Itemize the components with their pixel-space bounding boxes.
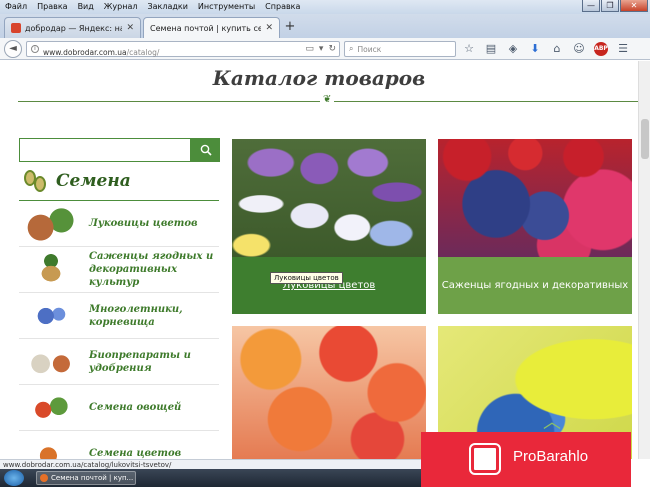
category-list: Луковицы цветов Саженцы ягодных и декора… bbox=[19, 201, 219, 459]
reader-view-icon[interactable]: ▭ bbox=[305, 44, 314, 54]
hamburger-menu-icon[interactable]: ☰ bbox=[616, 41, 630, 57]
site-info-icon[interactable]: i bbox=[31, 45, 39, 53]
ad-text: ProBarahlo bbox=[513, 448, 589, 465]
page-scrollbar[interactable] bbox=[638, 61, 650, 459]
home-icon[interactable]: ⌂ bbox=[550, 41, 564, 57]
back-button[interactable]: ◄ bbox=[4, 40, 22, 58]
address-bar-actions: ▭ ▾ ↻ bbox=[305, 44, 336, 54]
menu-bookmarks[interactable]: Закладки bbox=[142, 0, 192, 14]
url-text: www.dobrodar.com.ua/catalog/ bbox=[43, 47, 160, 57]
section-title: Семена bbox=[56, 171, 131, 191]
category-vegetable-seeds[interactable]: Семена овощей bbox=[19, 385, 219, 431]
close-window-button[interactable]: ✕ bbox=[620, 0, 648, 12]
catalog-search-button[interactable] bbox=[191, 138, 220, 162]
menu-tools[interactable]: Инструменты bbox=[193, 0, 260, 14]
taskbar: Семена почтой | куп... bbox=[0, 469, 421, 487]
search-placeholder: Поиск bbox=[357, 44, 382, 54]
pocket-icon[interactable]: ◈ bbox=[506, 41, 520, 57]
category-label: Луковицы цветов bbox=[89, 218, 198, 229]
category-thumbnail bbox=[25, 251, 77, 288]
web-page: Каталог товаров ❦ Семена Луковицы цветов bbox=[0, 61, 638, 459]
category-thumbnail bbox=[25, 205, 77, 242]
berries-photo bbox=[438, 139, 632, 257]
download-icon[interactable]: ⬇ bbox=[528, 41, 542, 57]
category-perennials[interactable]: Многолетники, корневища bbox=[19, 293, 219, 339]
close-tab-icon[interactable]: ✕ bbox=[265, 23, 273, 33]
dahlia-photo bbox=[232, 326, 426, 459]
section-header: Семена bbox=[22, 168, 131, 194]
tile-flowers[interactable] bbox=[232, 326, 426, 459]
probarahlo-logo-icon bbox=[469, 443, 501, 475]
start-button[interactable] bbox=[4, 470, 24, 486]
minimize-button[interactable]: — bbox=[582, 0, 600, 12]
scroll-thumb[interactable] bbox=[641, 119, 649, 159]
category-saplings[interactable]: Саженцы ягодных и декоративных культур bbox=[19, 247, 219, 293]
crocus-photo bbox=[232, 139, 426, 257]
tab-title: Семена почтой | купить семена ... bbox=[150, 23, 262, 33]
seeds-icon bbox=[22, 168, 48, 194]
category-thumbnail bbox=[25, 435, 77, 459]
category-thumbnail bbox=[25, 389, 77, 426]
tab-title: добродар — Яндекс: нашла... bbox=[25, 23, 123, 33]
menu-help[interactable]: Справка bbox=[260, 0, 305, 14]
adblock-icon[interactable]: ABP bbox=[594, 42, 608, 56]
toolbar-icons: ☆ ▤ ◈ ⬇ ⌂ ☺ ABP ☰ bbox=[462, 41, 630, 57]
leaf-ornament-icon: ❦ bbox=[320, 94, 335, 105]
taskbar-item-firefox[interactable]: Семена почтой | куп... bbox=[36, 471, 136, 485]
search-icon: ⌕ bbox=[349, 44, 354, 53]
navigation-bar: ◄ i www.dobrodar.com.ua/catalog/ ▭ ▾ ↻ ⌕… bbox=[0, 38, 650, 60]
close-tab-icon[interactable]: ✕ bbox=[126, 23, 134, 33]
page-title: Каталог товаров bbox=[212, 66, 426, 90]
magnifier-icon bbox=[200, 144, 212, 156]
tooltip: Луковицы цветов bbox=[270, 272, 343, 284]
tab-yandex[interactable]: добродар — Яндекс: нашла... ✕ bbox=[4, 17, 141, 38]
browser-window: Файл Правка Вид Журнал Закладки Инструме… bbox=[0, 0, 650, 487]
category-label: Семена цветов bbox=[89, 448, 182, 459]
window-controls: — ❐ ✕ bbox=[582, 0, 648, 12]
menu-history[interactable]: Журнал bbox=[99, 0, 143, 14]
address-bar[interactable]: i www.dobrodar.com.ua/catalog/ ▭ ▾ ↻ bbox=[26, 41, 340, 57]
maximize-button[interactable]: ❐ bbox=[601, 0, 619, 12]
tab-strip: добродар — Яндекс: нашла... ✕ Семена поч… bbox=[0, 14, 650, 38]
category-thumbnail bbox=[25, 343, 77, 380]
category-label: Саженцы ягодных и декоративных культур bbox=[89, 251, 214, 288]
dropdown-arrow-icon[interactable]: ▾ bbox=[319, 44, 324, 54]
tile-saplings[interactable]: Саженцы ягодных и декоративных bbox=[438, 139, 632, 314]
menu-file[interactable]: Файл bbox=[0, 0, 32, 14]
menu-edit[interactable]: Правка bbox=[32, 0, 72, 14]
scroll-to-top-icon[interactable]: ︿ bbox=[534, 408, 570, 433]
category-thumbnail bbox=[25, 297, 77, 334]
chat-icon[interactable]: ☺ bbox=[572, 41, 586, 57]
yandex-favicon-icon bbox=[11, 23, 21, 33]
tile-caption: Саженцы ягодных и декоративных bbox=[438, 257, 632, 314]
category-label: Биопрепараты и удобрения bbox=[89, 349, 191, 374]
catalog-search-input[interactable] bbox=[19, 138, 191, 162]
ad-banner[interactable]: ProBarahlo bbox=[421, 432, 631, 487]
search-bar[interactable]: ⌕ Поиск bbox=[344, 41, 456, 57]
category-label: Семена овощей bbox=[89, 402, 182, 413]
tile-bulbs[interactable]: Луковицы цветов bbox=[232, 139, 426, 314]
menu-bar: Файл Правка Вид Журнал Закладки Инструме… bbox=[0, 0, 650, 14]
category-flower-seeds[interactable]: Семена цветов bbox=[19, 431, 219, 459]
reload-icon[interactable]: ↻ bbox=[328, 44, 336, 54]
bookmarks-list-icon[interactable]: ▤ bbox=[484, 41, 498, 57]
category-label: Многолетники, корневища bbox=[89, 303, 183, 328]
new-tab-button[interactable]: + bbox=[283, 19, 297, 34]
category-bulbs[interactable]: Луковицы цветов bbox=[19, 201, 219, 247]
tile-caption: Луковицы цветов bbox=[232, 257, 426, 314]
bookmark-star-icon[interactable]: ☆ bbox=[462, 41, 476, 57]
menu-view[interactable]: Вид bbox=[73, 0, 99, 14]
status-bar: www.dobrodar.com.ua/catalog/lukovitsi-ts… bbox=[0, 459, 421, 469]
tab-dobrodar[interactable]: Семена почтой | купить семена ... ✕ bbox=[143, 17, 280, 38]
category-fertilizers[interactable]: Биопрепараты и удобрения bbox=[19, 339, 219, 385]
